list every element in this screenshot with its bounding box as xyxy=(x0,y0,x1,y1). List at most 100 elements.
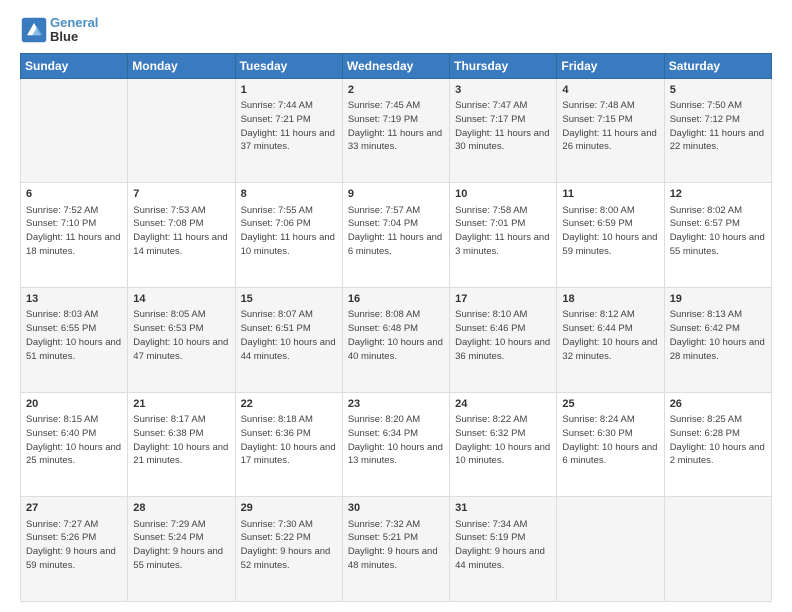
calendar-cell: 18Sunrise: 8:12 AMSunset: 6:44 PMDayligh… xyxy=(557,287,664,392)
calendar-cell: 8Sunrise: 7:55 AMSunset: 7:06 PMDaylight… xyxy=(235,183,342,288)
day-detail: Sunrise: 7:45 AMSunset: 7:19 PMDaylight:… xyxy=(348,99,444,154)
calendar-cell: 4Sunrise: 7:48 AMSunset: 7:15 PMDaylight… xyxy=(557,78,664,183)
calendar-cell: 3Sunrise: 7:47 AMSunset: 7:17 PMDaylight… xyxy=(450,78,557,183)
day-number: 25 xyxy=(562,397,658,412)
calendar-cell xyxy=(664,497,771,602)
day-detail: Sunrise: 8:22 AMSunset: 6:32 PMDaylight:… xyxy=(455,413,551,468)
calendar-day-header: Thursday xyxy=(450,53,557,78)
calendar-cell: 9 Sunrise: 7:57 AMSunset: 7:04 PMDaylight… xyxy=(342,183,449,288)
day-number: 19 xyxy=(670,292,766,307)
day-number: 3 xyxy=(455,83,551,98)
day-number: 5 xyxy=(670,83,766,98)
calendar-cell: 12 Sunrise: 8:02 AMSunset: 6:57 PMDayligh… xyxy=(664,183,771,288)
day-detail: Sunrise: 8:15 AMSunset: 6:40 PMDaylight:… xyxy=(26,413,122,468)
calendar-cell: 5Sunrise: 7:50 AMSunset: 7:12 PMDaylight… xyxy=(664,78,771,183)
calendar-cell: 17Sunrise: 8:10 AMSunset: 6:46 PMDayligh… xyxy=(450,287,557,392)
day-number: 31 xyxy=(455,501,551,516)
day-number: 17 xyxy=(455,292,551,307)
calendar-table: SundayMondayTuesdayWednesdayThursdayFrid… xyxy=(20,53,772,602)
day-detail: Sunrise: 7:52 AMSunset: 7:10 PMDaylight:… xyxy=(26,204,122,259)
day-number: 7 xyxy=(133,187,229,202)
day-number: 11 xyxy=(562,187,658,202)
calendar-cell: 31 Sunrise: 7:34 AMSunset: 5:19 PMDayligh… xyxy=(450,497,557,602)
day-number: 21 xyxy=(133,397,229,412)
day-detail: Sunrise: 8:00 AMSunset: 6:59 PMDaylight:… xyxy=(562,204,658,259)
calendar-day-header: Monday xyxy=(128,53,235,78)
day-detail: Sunrise: 8:03 AMSunset: 6:55 PMDaylight:… xyxy=(26,308,122,363)
day-number: 12 xyxy=(670,187,766,202)
day-detail: Sunrise: 7:53 AMSunset: 7:08 PMDaylight:… xyxy=(133,204,229,259)
calendar-cell: 29 Sunrise: 7:30 AMSunset: 5:22 PMDayligh… xyxy=(235,497,342,602)
calendar-day-header: Wednesday xyxy=(342,53,449,78)
header: General Blue xyxy=(20,16,772,45)
day-number: 10 xyxy=(455,187,551,202)
day-number: 2 xyxy=(348,83,444,98)
calendar-cell: 26Sunrise: 8:25 AMSunset: 6:28 PMDayligh… xyxy=(664,392,771,497)
calendar-cell: 13Sunrise: 8:03 AMSunset: 6:55 PMDayligh… xyxy=(21,287,128,392)
calendar-cell: 14Sunrise: 8:05 AMSunset: 6:53 PMDayligh… xyxy=(128,287,235,392)
day-detail: Sunrise: 8:25 AMSunset: 6:28 PMDaylight:… xyxy=(670,413,766,468)
day-number: 14 xyxy=(133,292,229,307)
day-number: 18 xyxy=(562,292,658,307)
calendar-day-header: Friday xyxy=(557,53,664,78)
calendar-cell: 30 Sunrise: 7:32 AMSunset: 5:21 PMDayligh… xyxy=(342,497,449,602)
page: General Blue SundayMondayTuesdayWednesda… xyxy=(0,0,792,612)
calendar-day-header: Saturday xyxy=(664,53,771,78)
day-number: 4 xyxy=(562,83,658,98)
calendar-cell: 25Sunrise: 8:24 AMSunset: 6:30 PMDayligh… xyxy=(557,392,664,497)
calendar-cell: 21Sunrise: 8:17 AMSunset: 6:38 PMDayligh… xyxy=(128,392,235,497)
calendar-week-row: 20Sunrise: 8:15 AMSunset: 6:40 PMDayligh… xyxy=(21,392,772,497)
day-detail: Sunrise: 8:20 AMSunset: 6:34 PMDaylight:… xyxy=(348,413,444,468)
day-number: 22 xyxy=(241,397,337,412)
calendar-cell xyxy=(21,78,128,183)
calendar-cell: 19Sunrise: 8:13 AMSunset: 6:42 PMDayligh… xyxy=(664,287,771,392)
calendar-cell xyxy=(128,78,235,183)
day-number: 26 xyxy=(670,397,766,412)
calendar-cell: 23Sunrise: 8:20 AMSunset: 6:34 PMDayligh… xyxy=(342,392,449,497)
day-detail: Sunrise: 7:48 AMSunset: 7:15 PMDaylight:… xyxy=(562,99,658,154)
calendar-cell: 7 Sunrise: 7:53 AMSunset: 7:08 PMDaylight… xyxy=(128,183,235,288)
logo-text: General Blue xyxy=(50,16,98,45)
calendar-cell: 2Sunrise: 7:45 AMSunset: 7:19 PMDaylight… xyxy=(342,78,449,183)
day-number: 16 xyxy=(348,292,444,307)
day-number: 15 xyxy=(241,292,337,307)
calendar-cell: 11 Sunrise: 8:00 AMSunset: 6:59 PMDayligh… xyxy=(557,183,664,288)
day-detail: Sunrise: 8:08 AMSunset: 6:48 PMDaylight:… xyxy=(348,308,444,363)
day-detail: Sunrise: 8:17 AMSunset: 6:38 PMDaylight:… xyxy=(133,413,229,468)
day-detail: Sunrise: 7:30 AMSunset: 5:22 PMDaylight:… xyxy=(241,518,337,573)
day-number: 13 xyxy=(26,292,122,307)
day-number: 30 xyxy=(348,501,444,516)
calendar-week-row: 13Sunrise: 8:03 AMSunset: 6:55 PMDayligh… xyxy=(21,287,772,392)
logo: General Blue xyxy=(20,16,98,45)
day-detail: Sunrise: 8:18 AMSunset: 6:36 PMDaylight:… xyxy=(241,413,337,468)
calendar-week-row: 1Sunrise: 7:44 AMSunset: 7:21 PMDaylight… xyxy=(21,78,772,183)
calendar-cell: 16Sunrise: 8:08 AMSunset: 6:48 PMDayligh… xyxy=(342,287,449,392)
day-number: 23 xyxy=(348,397,444,412)
logo-icon xyxy=(20,16,48,44)
day-detail: Sunrise: 7:44 AMSunset: 7:21 PMDaylight:… xyxy=(241,99,337,154)
day-detail: Sunrise: 7:29 AMSunset: 5:24 PMDaylight:… xyxy=(133,518,229,573)
calendar-cell: 6 Sunrise: 7:52 AMSunset: 7:10 PMDaylight… xyxy=(21,183,128,288)
day-detail: Sunrise: 8:02 AMSunset: 6:57 PMDaylight:… xyxy=(670,204,766,259)
day-detail: Sunrise: 8:10 AMSunset: 6:46 PMDaylight:… xyxy=(455,308,551,363)
day-detail: Sunrise: 7:32 AMSunset: 5:21 PMDaylight:… xyxy=(348,518,444,573)
day-detail: Sunrise: 7:34 AMSunset: 5:19 PMDaylight:… xyxy=(455,518,551,573)
day-detail: Sunrise: 7:57 AMSunset: 7:04 PMDaylight:… xyxy=(348,204,444,259)
calendar-day-header: Tuesday xyxy=(235,53,342,78)
day-number: 29 xyxy=(241,501,337,516)
calendar-cell: 22Sunrise: 8:18 AMSunset: 6:36 PMDayligh… xyxy=(235,392,342,497)
day-detail: Sunrise: 7:50 AMSunset: 7:12 PMDaylight:… xyxy=(670,99,766,154)
day-detail: Sunrise: 7:47 AMSunset: 7:17 PMDaylight:… xyxy=(455,99,551,154)
day-number: 27 xyxy=(26,501,122,516)
day-number: 24 xyxy=(455,397,551,412)
day-number: 28 xyxy=(133,501,229,516)
calendar-week-row: 27 Sunrise: 7:27 AMSunset: 5:26 PMDayligh… xyxy=(21,497,772,602)
calendar-week-row: 6 Sunrise: 7:52 AMSunset: 7:10 PMDaylight… xyxy=(21,183,772,288)
calendar-cell: 15Sunrise: 8:07 AMSunset: 6:51 PMDayligh… xyxy=(235,287,342,392)
day-number: 9 xyxy=(348,187,444,202)
day-number: 20 xyxy=(26,397,122,412)
calendar-cell: 20Sunrise: 8:15 AMSunset: 6:40 PMDayligh… xyxy=(21,392,128,497)
day-number: 6 xyxy=(26,187,122,202)
day-detail: Sunrise: 7:55 AMSunset: 7:06 PMDaylight:… xyxy=(241,204,337,259)
day-detail: Sunrise: 7:27 AMSunset: 5:26 PMDaylight:… xyxy=(26,518,122,573)
